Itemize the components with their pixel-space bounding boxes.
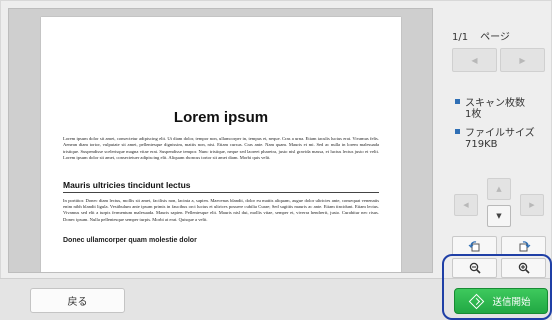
page-label: ページ	[480, 32, 510, 43]
prev-arrow-icon: ◀	[471, 55, 478, 65]
scan-count-value: 1枚	[465, 109, 482, 120]
up-arrow-icon: ▲	[496, 185, 502, 193]
doc-paragraph-1: Lorem ipsum dolor sit amet, consectetur …	[63, 136, 379, 161]
rotate-left-button[interactable]	[452, 236, 497, 256]
doc-heading-2: Mauris ultricies tincidunt lectus	[63, 180, 379, 193]
bullet-icon	[455, 99, 460, 104]
send-diamond-icon	[469, 293, 485, 309]
doc-heading-3: Donec ullamcorper quam molestie dolor	[63, 237, 197, 245]
page-current: 1/1	[452, 32, 469, 43]
down-arrow-icon: ▼	[496, 212, 502, 220]
next-arrow-icon: ▶	[519, 55, 526, 65]
doc-paragraph-2: In porttitor. Donec diam lectus, mollis …	[63, 197, 379, 222]
back-button[interactable]: 戻る	[30, 288, 125, 313]
bullet-icon	[455, 129, 460, 134]
right-arrow-icon: ▶	[529, 201, 535, 209]
start-send-button[interactable]: 送信開始	[454, 288, 548, 314]
start-send-label: 送信開始	[492, 297, 531, 308]
left-arrow-icon: ◀	[463, 201, 469, 209]
page-indicator: 1/1 ページ	[452, 28, 510, 43]
scroll-right-button[interactable]: ▶	[520, 194, 544, 216]
prev-page-button[interactable]: ◀	[452, 48, 497, 72]
scan-count-info: スキャン枚数 1枚	[455, 98, 525, 120]
scroll-dpad: ▲ ◀ ▶ ▼	[452, 178, 547, 233]
preview-page: Lorem ipsum Lorem ipsum dolor sit amet, …	[41, 17, 401, 272]
scan-count-label: スキャン枚数	[465, 98, 525, 109]
file-size-info: ファイルサイズ 719KB	[455, 128, 535, 150]
next-page-button[interactable]: ▶	[500, 48, 545, 72]
file-size-label: ファイルサイズ	[465, 128, 535, 139]
scroll-up-button[interactable]: ▲	[487, 178, 511, 200]
scroll-left-button[interactable]: ◀	[454, 194, 478, 216]
file-size-value: 719KB	[465, 139, 498, 150]
scan-preview[interactable]: Lorem ipsum Lorem ipsum dolor sit amet, …	[8, 8, 433, 273]
scroll-down-button[interactable]: ▼	[487, 205, 511, 227]
rotate-left-icon	[468, 240, 482, 252]
page-nav: ◀ ▶	[452, 48, 545, 72]
rotate-right-button[interactable]	[501, 236, 546, 256]
doc-title: Lorem ipsum	[173, 109, 269, 126]
rotate-right-icon	[517, 240, 531, 252]
